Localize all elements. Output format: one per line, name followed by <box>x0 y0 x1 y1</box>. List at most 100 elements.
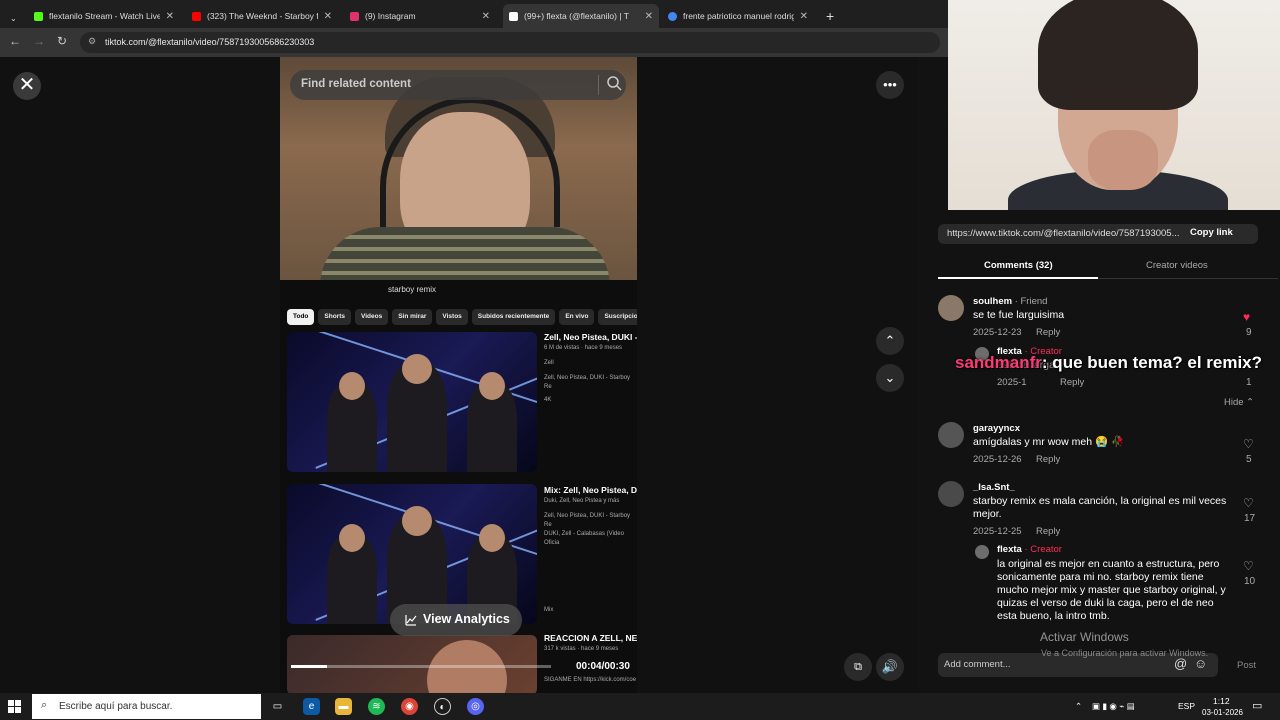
comment-author[interactable]: garayyncx <box>973 423 1020 434</box>
tab-comments[interactable]: Comments (32) <box>984 260 1053 271</box>
quality-badge: 4K <box>544 397 552 403</box>
spotify-icon[interactable]: ≋ <box>368 698 385 715</box>
tab-list-button[interactable]: ⌄ <box>4 6 20 30</box>
chip[interactable]: En vivo <box>559 309 595 325</box>
google-icon <box>668 11 677 21</box>
comment-author[interactable]: flexta · Creator <box>997 544 1062 555</box>
previous-video-button[interactable]: ⌃ <box>876 327 904 355</box>
windows-start-icon[interactable] <box>8 700 22 714</box>
comment-date: 2025-1 <box>997 377 1027 388</box>
avatar[interactable] <box>975 545 989 559</box>
chip[interactable]: Videos <box>355 309 389 325</box>
obs-icon[interactable]: ◐ <box>434 698 451 715</box>
related-search-input[interactable]: Find related content <box>290 70 626 100</box>
video-title[interactable]: Zell, Neo Pistea, DUKI - <box>544 333 637 342</box>
heart-icon[interactable]: ♡ <box>1243 559 1254 573</box>
video-thumbnail[interactable] <box>287 332 537 472</box>
close-tab-icon[interactable]: ✕ <box>800 11 808 22</box>
clock-date[interactable]: 03-01-2026 <box>1202 708 1243 717</box>
chip[interactable]: Sin mirar <box>392 309 433 325</box>
chip[interactable]: Shorts <box>318 309 351 325</box>
tab-instagram[interactable]: (9) Instagram ✕ <box>344 4 496 28</box>
logo-pane <box>8 707 14 713</box>
tab-google[interactable]: frente patriotico manuel rodrig ✕ <box>662 4 814 28</box>
analytics-icon <box>405 615 417 626</box>
comment-text: la original es mejor en cuanto a estruct… <box>997 558 1226 622</box>
reply-button[interactable]: Reply <box>1036 454 1060 465</box>
close-tab-icon[interactable]: ✕ <box>324 11 332 22</box>
close-tab-icon[interactable]: ✕ <box>482 11 490 22</box>
tab-kick[interactable]: flextanilo Stream - Watch Live o ✕ <box>28 4 180 28</box>
next-video-button[interactable]: ⌄ <box>876 364 904 392</box>
task-view-icon[interactable]: ▭ <box>269 698 286 715</box>
mention-icon[interactable]: @ <box>1174 656 1187 671</box>
file-explorer-icon[interactable]: ▬ <box>335 698 352 715</box>
discord-icon[interactable]: ◎ <box>467 698 484 715</box>
video-player[interactable]: Find related content starboy remix Todo … <box>280 57 637 693</box>
volume-icon[interactable]: 🔊 <box>876 653 904 681</box>
logo-pane <box>15 700 21 706</box>
video-progress-bar[interactable] <box>291 665 551 668</box>
tab-youtube[interactable]: (323) The Weeknd - Starboy ft. ✕ <box>186 4 338 28</box>
reload-icon[interactable]: ↻ <box>57 34 67 48</box>
youtube-icon <box>192 11 201 21</box>
close-video-button[interactable]: ✕ <box>13 72 41 100</box>
close-tab-icon[interactable]: ✕ <box>166 11 174 22</box>
heart-icon[interactable]: ♡ <box>1243 496 1254 510</box>
stream-chat-overlay: sandmanfr: que buen tema? el remix? <box>955 350 1275 376</box>
chip[interactable]: Todo <box>287 309 315 325</box>
language-indicator[interactable]: ESP <box>1178 701 1195 711</box>
edge-icon[interactable]: e <box>303 698 320 715</box>
video-thumbnail[interactable] <box>287 635 537 693</box>
avatar[interactable] <box>938 481 964 507</box>
tab-creator-videos[interactable]: Creator videos <box>1146 260 1208 271</box>
view-analytics-button[interactable]: View Analytics <box>390 604 522 636</box>
chip[interactable]: Vistos <box>436 309 468 325</box>
more-options-button[interactable]: ••• <box>876 71 904 99</box>
video-title[interactable]: Mix: Zell, Neo Pistea, DU <box>544 486 637 495</box>
url-field[interactable]: ⚙ tiktok.com/@flextanilo/video/758719300… <box>80 32 940 53</box>
hair <box>1038 0 1198 110</box>
heart-icon[interactable]: ♡ <box>1243 437 1254 451</box>
clock-time[interactable]: 1:12 <box>1213 696 1230 706</box>
reply-button[interactable]: Reply <box>1060 377 1084 388</box>
chip[interactable]: Suscripcio <box>598 309 637 325</box>
avatar[interactable] <box>938 295 964 321</box>
new-tab-button[interactable]: + <box>820 4 840 28</box>
hide-replies-button[interactable]: Hide ⌃ <box>1224 397 1254 408</box>
search-icon: ⌕ <box>41 699 48 711</box>
taskbar-search[interactable]: ⌕ Escribe aquí para buscar. <box>32 694 261 719</box>
chip[interactable]: Subidos recientemente <box>471 309 556 325</box>
person-head <box>402 506 432 536</box>
close-tab-icon[interactable]: ✕ <box>645 11 653 22</box>
streamer-webcam-overlay <box>948 0 1280 210</box>
copy-link-button[interactable]: Copy link <box>1190 227 1233 238</box>
video-title[interactable]: REACCION A ZELL, NEO <box>544 634 637 643</box>
emoji-icon[interactable]: ☺ <box>1194 656 1207 671</box>
channel-name[interactable]: Zell <box>544 359 637 368</box>
tray-icons[interactable]: ▣ ▮ ◉ ⌁ ▤ <box>1092 701 1135 712</box>
reply-button[interactable]: Reply <box>1036 327 1060 338</box>
shirt <box>320 227 610 280</box>
comment-author[interactable]: _Isa.Snt_ <box>973 482 1015 493</box>
site-info-icon[interactable]: ⚙ <box>88 36 96 47</box>
forward-icon[interactable]: → <box>33 34 45 48</box>
pip-icon[interactable]: ⧉ <box>844 653 872 681</box>
search-icon[interactable] <box>598 75 622 95</box>
tab-tiktok[interactable]: (99+) flexta (@flextanilo) | T ✕ <box>503 4 659 28</box>
video-thumbnail[interactable] <box>287 484 537 624</box>
tab-underline <box>938 277 1098 279</box>
chrome-icon[interactable]: ◉ <box>401 698 418 715</box>
back-icon[interactable]: ← <box>9 34 21 48</box>
video-description: Zell, Neo Pistea, DUKI - Starboy Re <box>544 375 631 390</box>
notification-icon[interactable]: ▭ <box>1252 699 1262 712</box>
heart-icon[interactable]: ♥ <box>1243 310 1250 324</box>
comment-author[interactable]: soulhem · Friend <box>973 296 1047 307</box>
tray-chevron-icon[interactable]: ⌃ <box>1075 701 1082 712</box>
person-head <box>339 524 365 552</box>
url-text: tiktok.com/@flextanilo/video/75871930056… <box>105 37 315 47</box>
activate-windows-subtitle: Ve a Configuración para activar Windows. <box>1041 648 1209 658</box>
reply-button[interactable]: Reply <box>1036 526 1060 537</box>
avatar[interactable] <box>938 422 964 448</box>
post-button[interactable]: Post <box>1237 660 1256 671</box>
